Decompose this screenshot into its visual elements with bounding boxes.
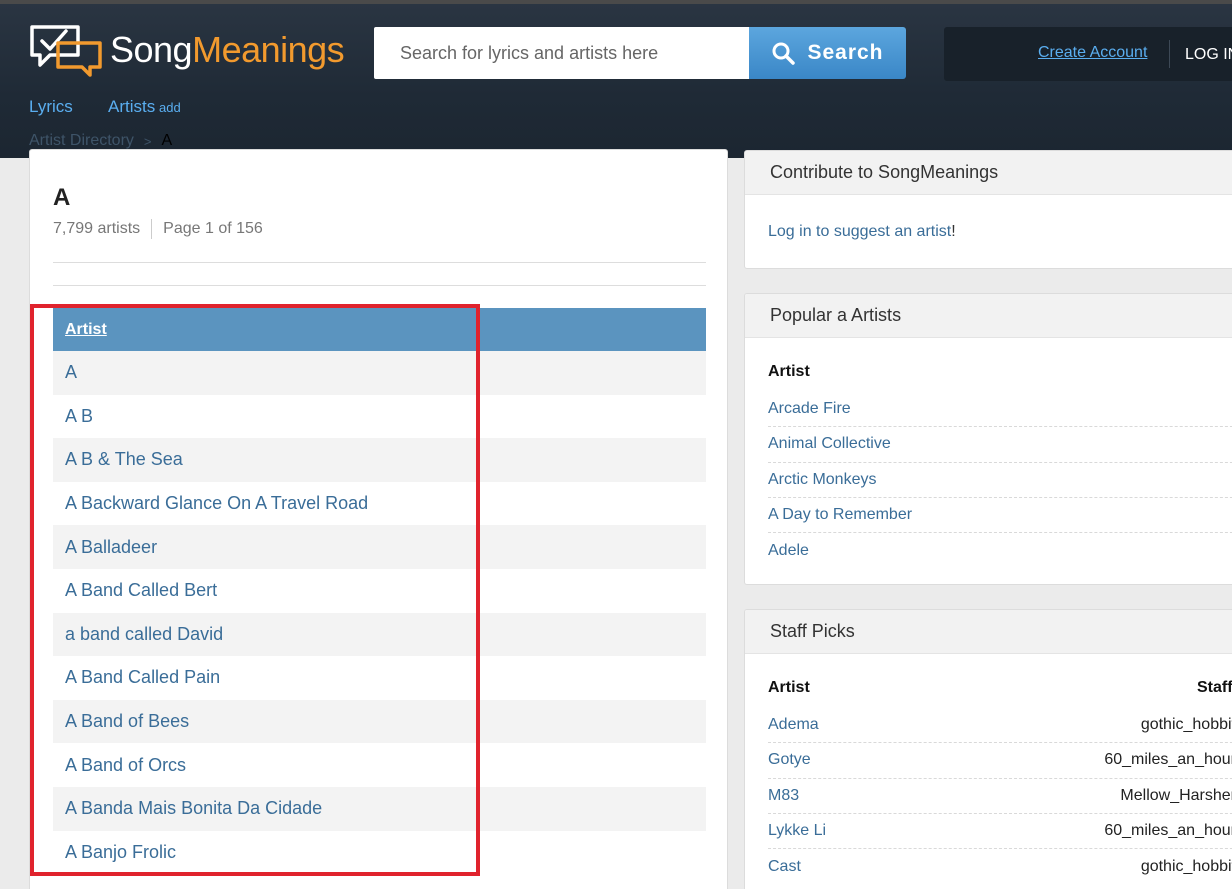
artist-link[interactable]: A Band of Orcs xyxy=(65,755,186,776)
artist-column-header: Artist xyxy=(53,308,706,351)
logo-song-text: Song xyxy=(110,29,193,70)
suggest-artist-tail: ! xyxy=(951,223,956,240)
artist-directory-card: A 7,799 artists Page 1 of 156 Artist A A… xyxy=(29,149,728,889)
artist-link[interactable]: A Backward Glance On A Travel Road xyxy=(65,493,368,514)
staff-pick-user[interactable]: 60_miles_an_hour xyxy=(1104,822,1232,840)
account-divider xyxy=(1169,40,1170,68)
artist-link[interactable]: A Banjo Frolic xyxy=(65,842,176,863)
popular-artists-card: Popular a Artists Artist Arcade Fire Ani… xyxy=(744,293,1232,585)
artist-link[interactable]: A Band Called Pain xyxy=(65,667,220,688)
popular-artist-link[interactable]: Animal Collective xyxy=(768,435,891,453)
logo-wordmark: SongMeanings xyxy=(110,29,345,70)
popular-artist-link[interactable]: Arctic Monkeys xyxy=(768,471,876,489)
staff-picks-artist-header: Artist xyxy=(768,679,810,696)
staff-pick-artist-link[interactable]: Cast xyxy=(768,858,801,876)
meta-divider xyxy=(151,219,153,239)
list-item: Cast gothic_hobbit xyxy=(768,849,1232,884)
suggest-artist: Log in to suggest an artist! xyxy=(768,223,956,241)
page-info: Page 1 of 156 xyxy=(163,220,263,237)
artist-link[interactable]: a band called David xyxy=(65,624,223,645)
list-item: Adele xyxy=(768,533,1232,568)
popular-artists-title: Popular a Artists xyxy=(745,294,1232,338)
staff-picks-title: Staff Picks xyxy=(745,610,1232,654)
staff-pick-user[interactable]: gothic_hobbit xyxy=(1141,716,1232,734)
list-item: Lykke Li 60_miles_an_hour xyxy=(768,814,1232,850)
staff-pick-artist-link[interactable]: Lykke Li xyxy=(768,822,826,840)
artist-link[interactable]: A Balladeer xyxy=(65,537,157,558)
artist-row[interactable]: A Banjo Frolic xyxy=(53,830,706,875)
artist-row[interactable]: A Band Called Pain xyxy=(53,656,706,700)
breadcrumb-current: A xyxy=(161,132,173,149)
artist-row[interactable]: A Backward Glance On A Travel Road xyxy=(53,481,706,526)
staff-pick-artist-link[interactable]: Adema xyxy=(768,716,819,734)
popular-column-header: Artist xyxy=(768,363,810,380)
site-header: SongMeanings Search Create Account LOG I… xyxy=(0,0,1232,158)
staff-picks-list: Adema gothic_hobbit Gotye 60_miles_an_hour… xyxy=(768,708,1232,884)
artist-row[interactable]: A B xyxy=(53,394,706,439)
breadcrumb-separator: > xyxy=(143,133,152,149)
artist-link[interactable]: A Band Called Bert xyxy=(65,580,217,601)
staff-pick-artist-link[interactable]: M83 xyxy=(768,787,799,805)
site-logo[interactable]: SongMeanings xyxy=(28,22,345,78)
artist-link[interactable]: A Band of Bees xyxy=(65,711,189,732)
search-button[interactable]: Search xyxy=(749,27,906,79)
popular-artist-link[interactable]: A Day to Remember xyxy=(768,506,912,524)
list-item: M83 Mellow_Harsher xyxy=(768,779,1232,814)
nav-artists[interactable]: Artists xyxy=(108,97,155,117)
list-item: Arctic Monkeys xyxy=(768,463,1232,498)
popular-artist-link[interactable]: Arcade Fire xyxy=(768,400,851,418)
artist-row[interactable]: A B & The Sea xyxy=(53,438,706,482)
artist-count: 7,799 artists xyxy=(53,220,141,237)
directory-meta: 7,799 artists Page 1 of 156 xyxy=(53,219,263,239)
list-item: A Day to Remember xyxy=(768,498,1232,534)
search-button-label: Search xyxy=(807,41,884,64)
search-input[interactable] xyxy=(374,27,750,79)
contribute-card-title: Contribute to SongMeanings xyxy=(745,151,1232,195)
artist-row[interactable]: a band called David xyxy=(53,612,706,657)
popular-artists-list: Arcade Fire Animal Collective Arctic Mon… xyxy=(768,392,1232,568)
logo-meanings-text: Meanings xyxy=(192,29,345,70)
artist-link[interactable]: A Banda Mais Bonita Da Cidade xyxy=(65,798,322,819)
account-box: Create Account LOG IN xyxy=(944,27,1232,81)
staff-picks-card: Staff Picks Artist Staff Adema gothic_hob… xyxy=(744,609,1232,889)
staff-pick-user[interactable]: 60_miles_an_hour xyxy=(1104,751,1232,769)
staff-pick-artist-link[interactable]: Gotye xyxy=(768,751,811,769)
page-title: A xyxy=(53,184,71,211)
staff-pick-user[interactable]: gothic_hobbit xyxy=(1141,858,1232,876)
list-item: Adema gothic_hobbit xyxy=(768,708,1232,744)
artist-rows: A A B A B & The Sea A Backward Glance On… xyxy=(53,351,706,875)
nav-add-artist[interactable]: add xyxy=(159,100,181,115)
speech-bubbles-logo-icon xyxy=(30,25,102,77)
list-item: Arcade Fire xyxy=(768,392,1232,428)
list-item: Animal Collective xyxy=(768,427,1232,463)
artist-link[interactable]: A B & The Sea xyxy=(65,449,183,470)
artist-link[interactable]: A B xyxy=(65,406,93,427)
artist-row[interactable]: A xyxy=(53,351,706,395)
artist-row[interactable]: A Band of Orcs xyxy=(53,743,706,787)
artist-row[interactable]: A Banda Mais Bonita Da Cidade xyxy=(53,786,706,831)
nav-lyrics[interactable]: Lyrics xyxy=(29,97,73,117)
artist-link[interactable]: A xyxy=(65,362,77,383)
breadcrumb-artist-directory[interactable]: Artist Directory xyxy=(29,132,134,150)
list-item: Gotye 60_miles_an_hour xyxy=(768,743,1232,779)
contribute-card: Contribute to SongMeanings Log in to sug… xyxy=(744,150,1232,269)
login-link[interactable]: LOG IN xyxy=(1185,46,1232,64)
breadcrumb: Artist Directory > A xyxy=(29,132,172,150)
create-account-link[interactable]: Create Account xyxy=(1038,44,1147,62)
suggest-artist-link[interactable]: Log in to suggest an artist xyxy=(768,223,951,240)
staff-pick-user[interactable]: Mellow_Harsher xyxy=(1120,787,1232,805)
magnifier-icon xyxy=(772,42,796,65)
staff-picks-staff-header: Staff xyxy=(1197,679,1232,696)
artist-row[interactable]: A Band Called Bert xyxy=(53,568,706,613)
popular-artist-link[interactable]: Adele xyxy=(768,542,809,560)
divider xyxy=(53,285,706,286)
artist-sort-link[interactable]: Artist xyxy=(65,321,107,339)
divider xyxy=(53,262,706,263)
artist-row[interactable]: A Band of Bees xyxy=(53,699,706,744)
artist-table: Artist A A B A B & The Sea A Backward Gl… xyxy=(53,308,706,875)
artist-row[interactable]: A Balladeer xyxy=(53,525,706,569)
